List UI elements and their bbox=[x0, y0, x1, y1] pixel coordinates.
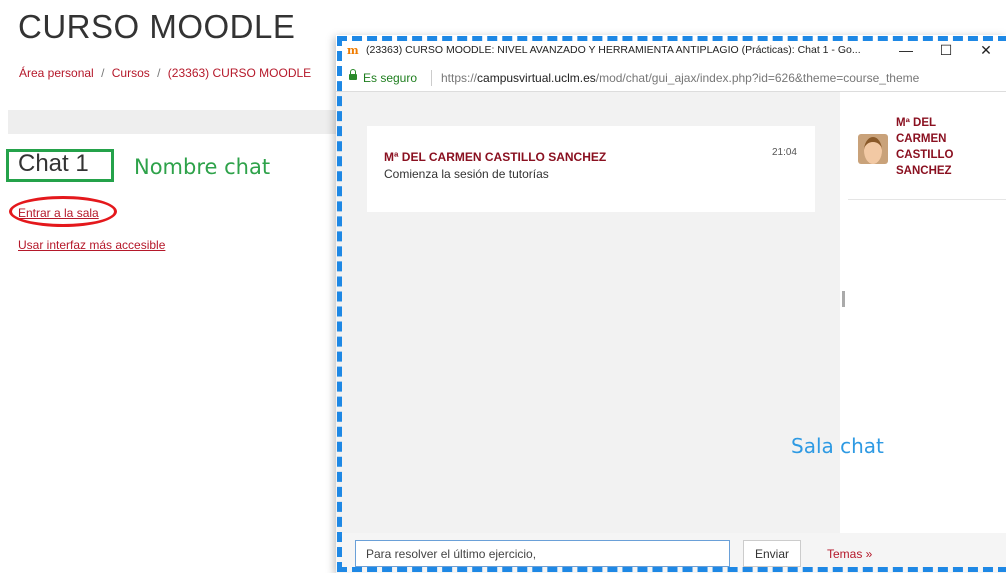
url-path: /mod/chat/gui_ajax/index.php?id=626&them… bbox=[595, 71, 920, 85]
users-divider bbox=[848, 199, 1006, 200]
chat-popup-window: m (23363) CURSO MOODLE: NIVEL AVANZADO Y… bbox=[336, 35, 1006, 573]
breadcrumb: Área personal / Cursos / (23363) CURSO M… bbox=[19, 66, 311, 80]
user-name-line: SANCHEZ bbox=[896, 165, 952, 177]
window-titlebar[interactable]: m (23363) CURSO MOODLE: NIVEL AVANZADO Y… bbox=[336, 35, 1006, 65]
address-bar[interactable]: Es seguro https://campusvirtual.uclm.es/… bbox=[336, 65, 1006, 92]
user-name-line: Mª DEL bbox=[896, 117, 937, 129]
chat-message: Mª DEL CARMEN CASTILLO SANCHEZ 21:04 Com… bbox=[367, 126, 815, 212]
panel-splitter[interactable] bbox=[840, 92, 848, 533]
course-title: CURSO MOODLE bbox=[18, 8, 296, 45]
breadcrumb-separator: / bbox=[157, 66, 161, 80]
themes-link[interactable]: Temas » bbox=[827, 547, 872, 561]
accessible-interface-link[interactable]: Usar interfaz más accesible bbox=[18, 238, 165, 252]
secure-label: Es seguro bbox=[363, 71, 418, 85]
breadcrumb-separator: / bbox=[101, 66, 105, 80]
minimize-button[interactable]: — bbox=[886, 39, 926, 61]
avatar[interactable] bbox=[858, 134, 888, 164]
user-name-line: CASTILLO bbox=[896, 149, 954, 161]
user-name[interactable]: Mª DEL CARMEN CASTILLO SANCHEZ bbox=[896, 115, 996, 179]
message-author: Mª DEL CARMEN CASTILLO SANCHEZ bbox=[384, 150, 607, 164]
message-text: Comienza la sesión de tutorías bbox=[384, 167, 549, 181]
message-time: 21:04 bbox=[771, 147, 797, 158]
address-divider bbox=[431, 70, 432, 86]
maximize-button[interactable]: ☐ bbox=[926, 39, 966, 61]
url-host: campusvirtual.uclm.es bbox=[477, 71, 596, 85]
annotation-green-box bbox=[6, 149, 114, 182]
url-text: https://campusvirtual.uclm.es/mod/chat/g… bbox=[441, 71, 919, 85]
page-header-bar bbox=[8, 110, 338, 134]
close-button[interactable]: ✕ bbox=[966, 39, 1006, 61]
breadcrumb-cursos[interactable]: Cursos bbox=[112, 66, 150, 80]
user-name-line: CARMEN bbox=[896, 133, 947, 145]
message-input[interactable] bbox=[355, 540, 730, 567]
annotation-red-oval bbox=[9, 196, 117, 227]
send-button[interactable]: Enviar bbox=[743, 540, 801, 567]
breadcrumb-course[interactable]: (23363) CURSO MOODLE bbox=[168, 66, 311, 80]
url-scheme: https:// bbox=[441, 71, 478, 85]
annotation-sala-chat: Sala chat bbox=[791, 434, 884, 458]
annotation-nombre-chat: Nombre chat bbox=[134, 155, 271, 179]
chat-messages-area: Mª DEL CARMEN CASTILLO SANCHEZ 21:04 Com… bbox=[336, 92, 840, 533]
splitter-grip-icon[interactable] bbox=[842, 291, 845, 307]
moodle-logo-icon: m bbox=[347, 44, 359, 57]
breadcrumb-area-personal[interactable]: Área personal bbox=[19, 66, 94, 80]
window-title: (23363) CURSO MOODLE: NIVEL AVANZADO Y H… bbox=[366, 44, 861, 56]
lock-icon bbox=[349, 69, 357, 80]
users-panel: Mª DEL CARMEN CASTILLO SANCHEZ bbox=[848, 92, 1006, 533]
message-input-bar: Enviar Temas » bbox=[336, 533, 1006, 573]
